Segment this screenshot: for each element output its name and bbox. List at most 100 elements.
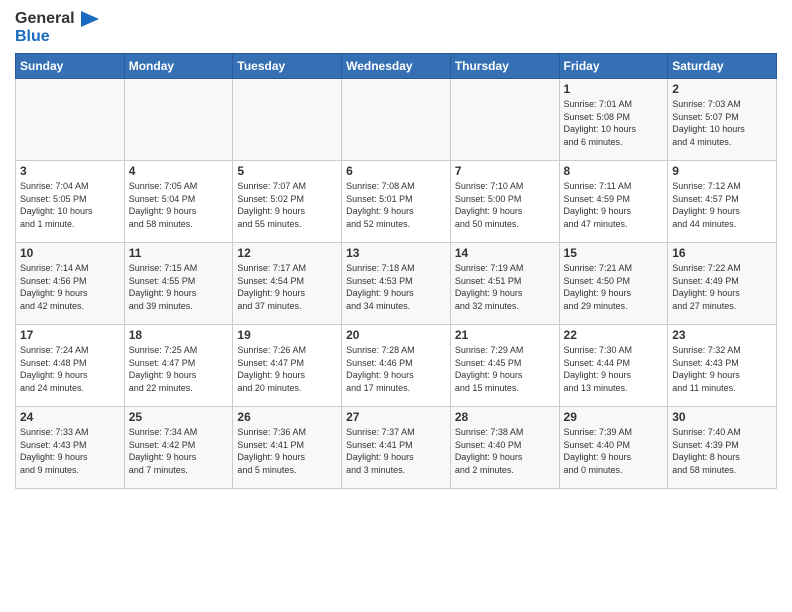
day-number: 21 [455, 328, 555, 342]
cell-week5-day3: 27 Sunrise: 7:37 AMSunset: 4:41 PMDayligh… [342, 407, 451, 489]
day-number: 18 [129, 328, 229, 342]
day-number: 10 [20, 246, 120, 260]
day-info: Sunrise: 7:17 AMSunset: 4:54 PMDaylight:… [237, 262, 337, 312]
cell-week5-day2: 26 Sunrise: 7:36 AMSunset: 4:41 PMDayligh… [233, 407, 342, 489]
cell-week5-day6: 30 Sunrise: 7:40 AMSunset: 4:39 PMDayligh… [668, 407, 777, 489]
day-info: Sunrise: 7:40 AMSunset: 4:39 PMDaylight:… [672, 426, 772, 476]
day-info: Sunrise: 7:01 AMSunset: 5:08 PMDaylight:… [564, 98, 664, 148]
cell-week4-day2: 19 Sunrise: 7:26 AMSunset: 4:47 PMDayligh… [233, 325, 342, 407]
cell-week4-day4: 21 Sunrise: 7:29 AMSunset: 4:45 PMDayligh… [450, 325, 559, 407]
cell-week3-day5: 15 Sunrise: 7:21 AMSunset: 4:50 PMDayligh… [559, 243, 668, 325]
day-number: 16 [672, 246, 772, 260]
day-info: Sunrise: 7:38 AMSunset: 4:40 PMDaylight:… [455, 426, 555, 476]
day-info: Sunrise: 7:03 AMSunset: 5:07 PMDaylight:… [672, 98, 772, 148]
day-number: 29 [564, 410, 664, 424]
cell-week4-day3: 20 Sunrise: 7:28 AMSunset: 4:46 PMDayligh… [342, 325, 451, 407]
day-info: Sunrise: 7:12 AMSunset: 4:57 PMDaylight:… [672, 180, 772, 230]
day-number: 5 [237, 164, 337, 178]
cell-week4-day0: 17 Sunrise: 7:24 AMSunset: 4:48 PMDayligh… [16, 325, 125, 407]
cell-week2-day4: 7 Sunrise: 7:10 AMSunset: 5:00 PMDaylight… [450, 161, 559, 243]
day-info: Sunrise: 7:21 AMSunset: 4:50 PMDaylight:… [564, 262, 664, 312]
header-monday: Monday [124, 54, 233, 79]
day-info: Sunrise: 7:22 AMSunset: 4:49 PMDaylight:… [672, 262, 772, 312]
cell-week3-day6: 16 Sunrise: 7:22 AMSunset: 4:49 PMDayligh… [668, 243, 777, 325]
day-number: 6 [346, 164, 446, 178]
day-info: Sunrise: 7:18 AMSunset: 4:53 PMDaylight:… [346, 262, 446, 312]
header-saturday: Saturday [668, 54, 777, 79]
day-info: Sunrise: 7:36 AMSunset: 4:41 PMDaylight:… [237, 426, 337, 476]
cell-week2-day1: 4 Sunrise: 7:05 AMSunset: 5:04 PMDaylight… [124, 161, 233, 243]
cell-week3-day2: 12 Sunrise: 7:17 AMSunset: 4:54 PMDayligh… [233, 243, 342, 325]
header-friday: Friday [559, 54, 668, 79]
day-info: Sunrise: 7:10 AMSunset: 5:00 PMDaylight:… [455, 180, 555, 230]
day-number: 14 [455, 246, 555, 260]
day-info: Sunrise: 7:28 AMSunset: 4:46 PMDaylight:… [346, 344, 446, 394]
cell-week3-day4: 14 Sunrise: 7:19 AMSunset: 4:51 PMDayligh… [450, 243, 559, 325]
day-number: 8 [564, 164, 664, 178]
cell-week4-day6: 23Sunrise: 7:32 AMSunset: 4:43 PMDayligh… [668, 325, 777, 407]
cell-week5-day4: 28 Sunrise: 7:38 AMSunset: 4:40 PMDayligh… [450, 407, 559, 489]
cell-week3-day0: 10 Sunrise: 7:14 AMSunset: 4:56 PMDayligh… [16, 243, 125, 325]
day-info: Sunrise: 7:26 AMSunset: 4:47 PMDaylight:… [237, 344, 337, 394]
day-number: 7 [455, 164, 555, 178]
cell-week1-day5: 1 Sunrise: 7:01 AMSunset: 5:08 PMDaylight… [559, 79, 668, 161]
day-number: 27 [346, 410, 446, 424]
day-info: Sunrise: 7:25 AMSunset: 4:47 PMDaylight:… [129, 344, 229, 394]
day-number: 12 [237, 246, 337, 260]
cell-week1-day2 [233, 79, 342, 161]
cell-week5-day0: 24 Sunrise: 7:33 AMSunset: 4:43 PMDayligh… [16, 407, 125, 489]
header-thursday: Thursday [450, 54, 559, 79]
day-number: 11 [129, 246, 229, 260]
day-number: 20 [346, 328, 446, 342]
day-info: Sunrise: 7:08 AMSunset: 5:01 PMDaylight:… [346, 180, 446, 230]
day-number: 28 [455, 410, 555, 424]
day-number: 15 [564, 246, 664, 260]
cell-week5-day5: 29 Sunrise: 7:39 AMSunset: 4:40 PMDayligh… [559, 407, 668, 489]
day-number: 24 [20, 410, 120, 424]
cell-week2-day3: 6 Sunrise: 7:08 AMSunset: 5:01 PMDaylight… [342, 161, 451, 243]
day-info: Sunrise: 7:33 AMSunset: 4:43 PMDaylight:… [20, 426, 120, 476]
day-info: Sunrise: 7:07 AMSunset: 5:02 PMDaylight:… [237, 180, 337, 230]
day-number: 4 [129, 164, 229, 178]
day-number: 1 [564, 82, 664, 96]
cell-week2-day6: 9 Sunrise: 7:12 AMSunset: 4:57 PMDaylight… [668, 161, 777, 243]
day-info: Sunrise: 7:34 AMSunset: 4:42 PMDaylight:… [129, 426, 229, 476]
header-wednesday: Wednesday [342, 54, 451, 79]
cell-week3-day1: 11 Sunrise: 7:15 AMSunset: 4:55 PMDayligh… [124, 243, 233, 325]
cell-week1-day3 [342, 79, 451, 161]
header-tuesday: Tuesday [233, 54, 342, 79]
day-number: 2 [672, 82, 772, 96]
day-info: Sunrise: 7:11 AMSunset: 4:59 PMDaylight:… [564, 180, 664, 230]
cell-week4-day1: 18 Sunrise: 7:25 AMSunset: 4:47 PMDayligh… [124, 325, 233, 407]
cell-week2-day5: 8 Sunrise: 7:11 AMSunset: 4:59 PMDaylight… [559, 161, 668, 243]
header: General Blue [15, 10, 777, 45]
day-number: 9 [672, 164, 772, 178]
day-info: Sunrise: 7:29 AMSunset: 4:45 PMDaylight:… [455, 344, 555, 394]
day-number: 17 [20, 328, 120, 342]
day-info: Sunrise: 7:39 AMSunset: 4:40 PMDaylight:… [564, 426, 664, 476]
cell-week1-day1 [124, 79, 233, 161]
day-info: Sunrise: 7:04 AMSunset: 5:05 PMDaylight:… [20, 180, 120, 230]
logo-arrow-icon [81, 11, 99, 27]
day-number: 13 [346, 246, 446, 260]
logo: General Blue [15, 10, 99, 45]
day-number: 19 [237, 328, 337, 342]
header-sunday: Sunday [16, 54, 125, 79]
day-info: Sunrise: 7:15 AMSunset: 4:55 PMDaylight:… [129, 262, 229, 312]
day-number: 22 [564, 328, 664, 342]
day-number: 26 [237, 410, 337, 424]
cell-week2-day0: 3Sunrise: 7:04 AMSunset: 5:05 PMDaylight… [16, 161, 125, 243]
day-info: Sunrise: 7:37 AMSunset: 4:41 PMDaylight:… [346, 426, 446, 476]
cell-week1-day6: 2 Sunrise: 7:03 AMSunset: 5:07 PMDaylight… [668, 79, 777, 161]
day-number: 30 [672, 410, 772, 424]
day-info: Sunrise: 7:05 AMSunset: 5:04 PMDaylight:… [129, 180, 229, 230]
cell-week2-day2: 5 Sunrise: 7:07 AMSunset: 5:02 PMDaylight… [233, 161, 342, 243]
cell-week1-day0 [16, 79, 125, 161]
day-info: Sunrise: 7:24 AMSunset: 4:48 PMDaylight:… [20, 344, 120, 394]
day-info: Sunrise: 7:32 AMSunset: 4:43 PMDaylight:… [672, 344, 772, 394]
cell-week5-day1: 25 Sunrise: 7:34 AMSunset: 4:42 PMDayligh… [124, 407, 233, 489]
day-info: Sunrise: 7:19 AMSunset: 4:51 PMDaylight:… [455, 262, 555, 312]
day-number: 25 [129, 410, 229, 424]
day-info: Sunrise: 7:14 AMSunset: 4:56 PMDaylight:… [20, 262, 120, 312]
cell-week3-day3: 13 Sunrise: 7:18 AMSunset: 4:53 PMDayligh… [342, 243, 451, 325]
